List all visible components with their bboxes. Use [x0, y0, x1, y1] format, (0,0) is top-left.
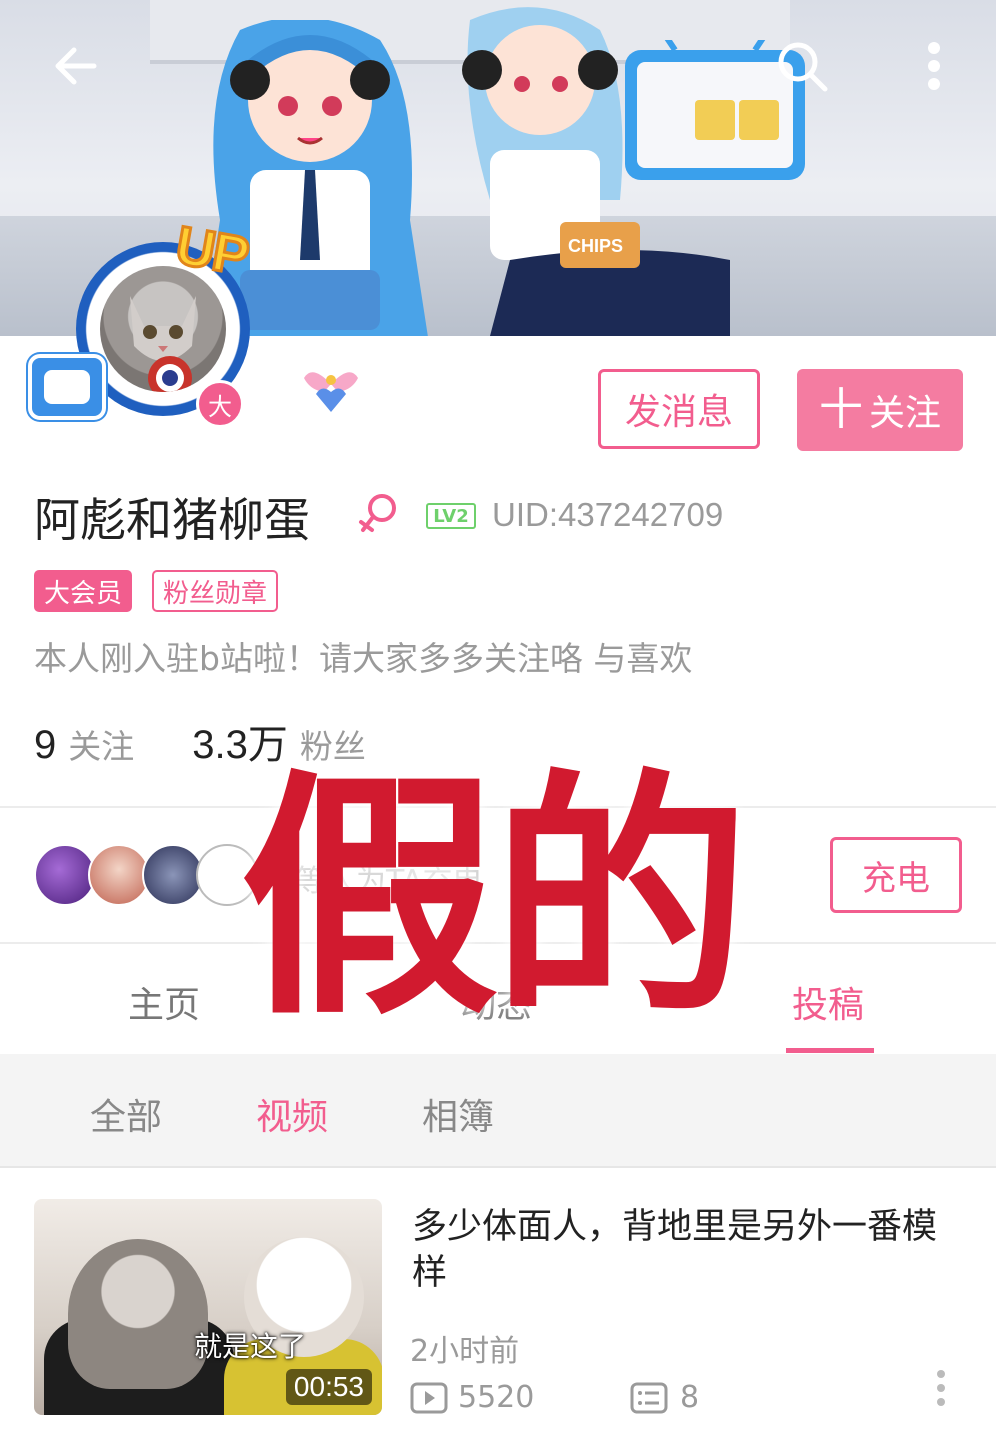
video-thumbnail[interactable]: 就是这了 00:53: [34, 1199, 382, 1415]
following-count[interactable]: 9: [34, 723, 56, 768]
fan-medal-tag[interactable]: 粉丝勋章: [152, 570, 278, 612]
more-options-button[interactable]: [898, 30, 970, 102]
video-title[interactable]: 多少体面人，背地里是另外一番模样: [412, 1204, 960, 1296]
video-comments: 8: [630, 1380, 699, 1415]
avatar[interactable]: [100, 266, 226, 392]
plus-icon: 十: [818, 384, 863, 435]
charge-button[interactable]: 充电: [830, 837, 962, 913]
subtab-all[interactable]: 全部: [90, 1088, 162, 1140]
video-more-button[interactable]: [926, 1366, 956, 1410]
subtab-album[interactable]: 相簿: [422, 1088, 494, 1140]
comment-count-icon: [630, 1382, 668, 1413]
female-icon: [359, 494, 396, 532]
charger-avatar: [88, 844, 150, 906]
charger-avatars[interactable]: [34, 844, 258, 908]
up-badge: UP: [170, 214, 253, 288]
more-vertical-icon: [937, 1370, 945, 1406]
send-message-button[interactable]: 发消息: [598, 369, 760, 449]
thumbnail-caption: 就是这了: [194, 1330, 307, 1363]
search-button[interactable]: [766, 30, 838, 102]
following-label[interactable]: 关注: [68, 720, 134, 768]
more-vertical-icon: [928, 42, 940, 90]
comment-count: 8: [680, 1380, 700, 1415]
fake-stamp-overlay: 假的: [240, 749, 750, 1049]
back-button[interactable]: [40, 30, 112, 102]
search-icon: [778, 42, 828, 92]
vip-tag[interactable]: 大会员: [34, 570, 132, 612]
charger-avatar: [34, 844, 96, 906]
username: 阿彪和猪柳蛋: [34, 493, 310, 547]
tab-home[interactable]: 主页: [128, 976, 200, 1028]
chips-text: CHIPS: [568, 236, 623, 256]
play-count-icon: [410, 1382, 448, 1413]
video-plays: 5520: [410, 1380, 534, 1415]
follow-button[interactable]: 十 关注: [797, 369, 963, 451]
level-badge: LV2: [426, 503, 476, 529]
tab-posts[interactable]: 投稿: [792, 976, 864, 1028]
video-time: 2小时前: [410, 1334, 520, 1369]
follow-label: 关注: [868, 393, 941, 434]
subtab-video[interactable]: 视频: [256, 1088, 328, 1140]
back-arrow-icon: [55, 47, 97, 85]
cat-avatar-image: [130, 296, 196, 392]
vip-corner-badge: 大: [196, 380, 244, 428]
cat-image: [68, 1239, 208, 1389]
active-tab-indicator: [786, 1048, 874, 1053]
uid-text: UID:437242709: [492, 496, 724, 533]
play-count: 5520: [458, 1380, 535, 1415]
avatar-container[interactable]: UP 大: [26, 212, 276, 442]
wing-heart-badge-icon: [304, 372, 358, 412]
video-duration: 00:53: [285, 1369, 372, 1405]
bilibili-tv-icon: [28, 354, 106, 420]
bio-text: 本人刚入驻b站啦！请大家多多关注咯 与喜欢: [34, 639, 693, 678]
charger-avatar: [142, 844, 204, 906]
